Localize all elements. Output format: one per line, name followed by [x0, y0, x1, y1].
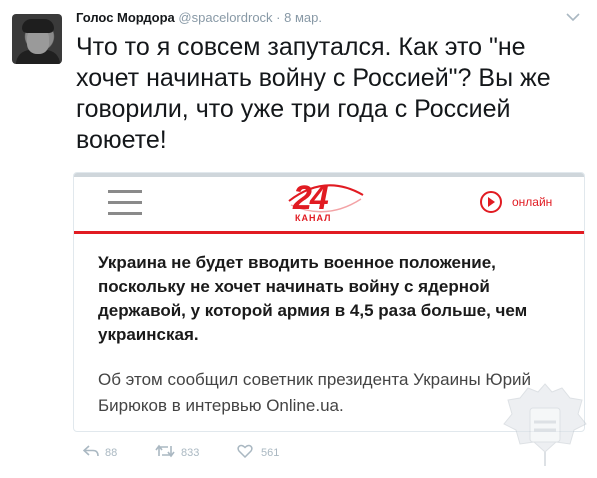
tweet: Голос Мордора @spacelordrock · 8 мар. Чт…	[0, 0, 597, 478]
card-nav-bar: 24 КАНАЛ онлайн	[74, 177, 584, 234]
retweet-icon	[155, 444, 175, 458]
retweet-count: 833	[181, 447, 200, 459]
card-lead: Украина не будет вводить военное положен…	[98, 253, 528, 344]
logo-subtitle: КАНАЛ	[295, 213, 332, 223]
online-label: онлайн	[512, 195, 553, 209]
reply-button[interactable]: 88	[83, 442, 143, 462]
chevron-down-icon[interactable]	[565, 10, 581, 28]
card-body: Украина не будет вводить военное положен…	[98, 251, 568, 419]
tweet-actions: 88 833 561	[83, 442, 383, 462]
tweet-header: Голос Мордора @spacelordrock · 8 мар.	[76, 10, 322, 25]
channel-logo: 24 КАНАЛ	[279, 179, 369, 227]
like-count: 561	[261, 447, 280, 459]
retweet-button[interactable]: 833	[155, 442, 225, 462]
heart-icon	[237, 444, 253, 458]
author-name[interactable]: Голос Мордора	[76, 10, 175, 25]
reply-icon	[83, 445, 99, 457]
header-separator: ·	[276, 10, 281, 25]
tweet-text: Что то я совсем запутался. Как это "не х…	[76, 33, 551, 154]
coat-of-arms-watermark	[500, 378, 590, 470]
reply-count: 88	[105, 447, 118, 459]
online-button: онлайн	[474, 191, 574, 217]
user-avatar[interactable]	[12, 14, 62, 64]
author-handle[interactable]: @spacelordrock	[178, 10, 272, 25]
like-button[interactable]: 561	[237, 442, 307, 462]
tweet-date[interactable]: 8 мар.	[284, 10, 322, 25]
hamburger-menu-icon	[108, 190, 142, 216]
card-paragraph: Об этом сообщил советник президента Укра…	[98, 370, 532, 415]
